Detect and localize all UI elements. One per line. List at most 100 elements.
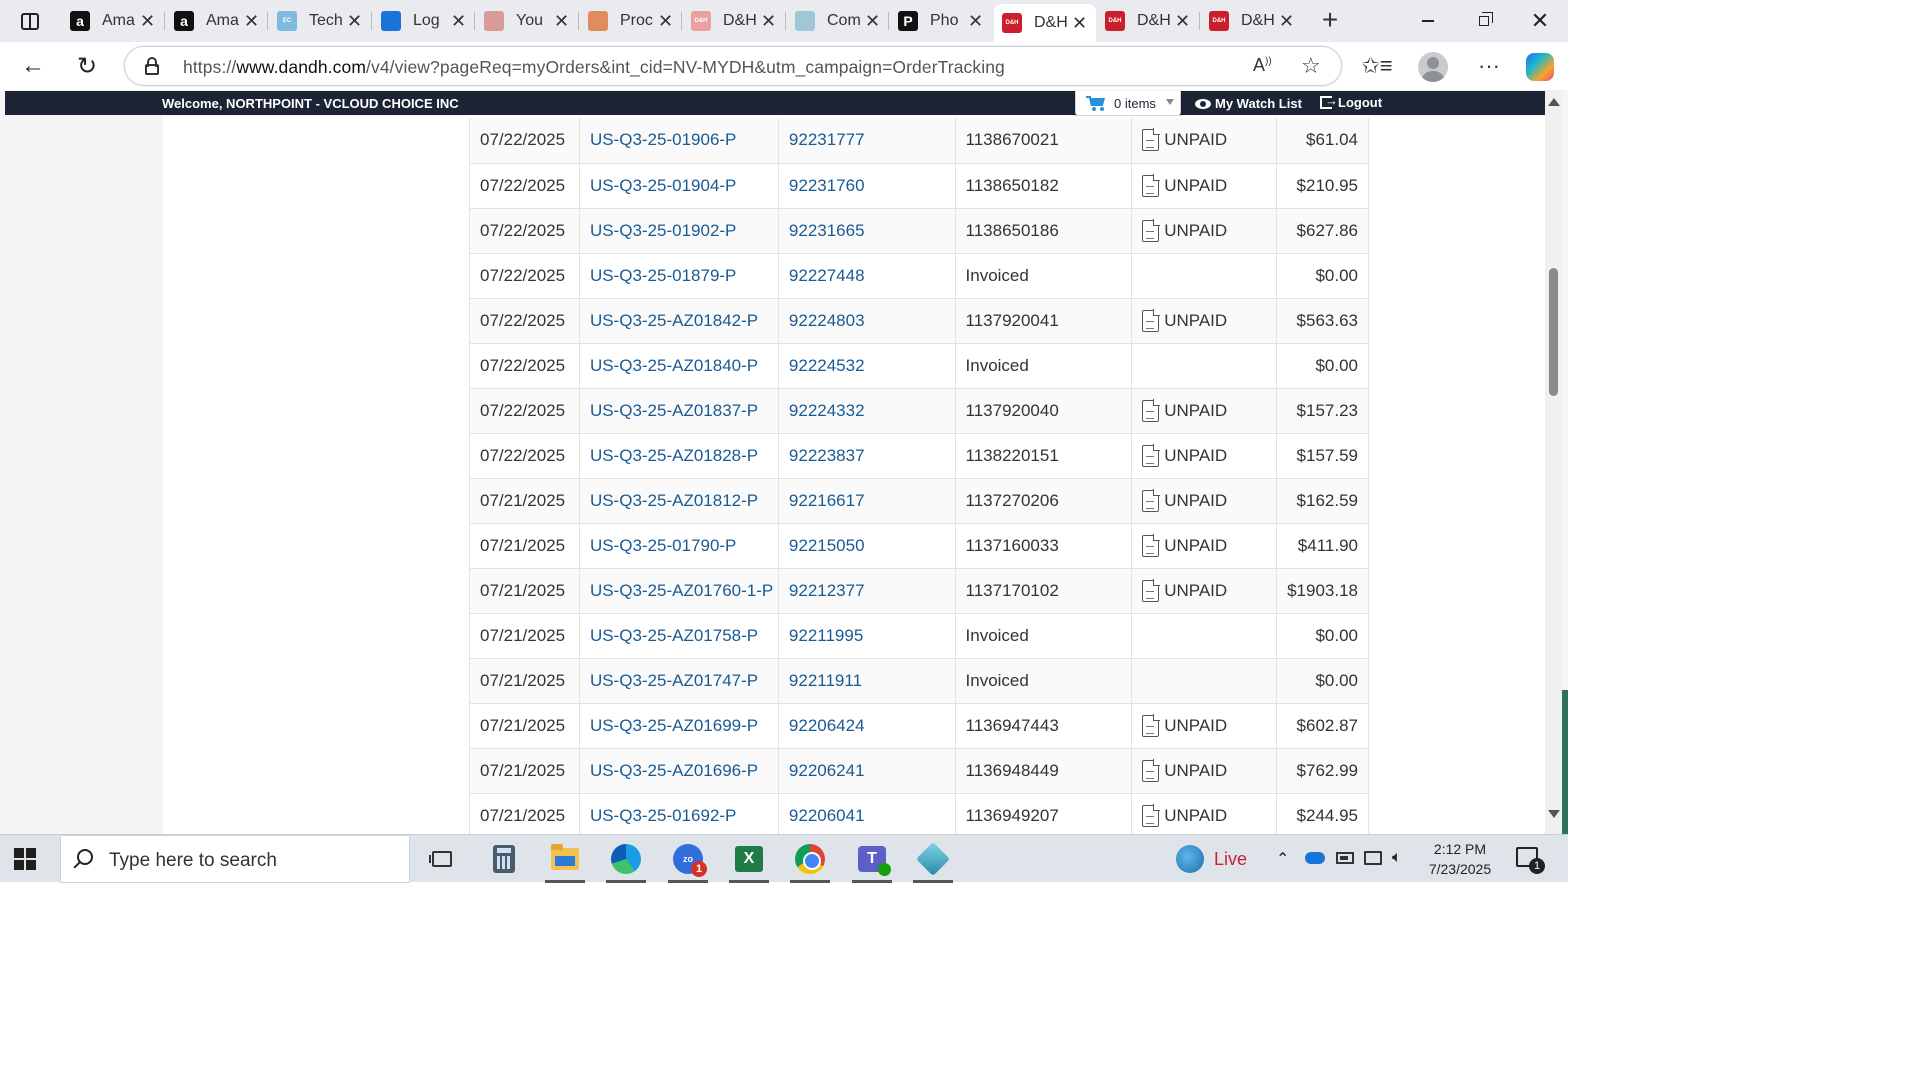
network-icon[interactable] [1364, 851, 1382, 865]
order-number-link[interactable]: 92223837 [778, 433, 956, 479]
payment-status-link[interactable]: UNPAID [1142, 128, 1276, 152]
browser-tab[interactable]: a Ama ✕ [62, 4, 164, 38]
url-text[interactable]: https://www.dandh.com/v4/view?pageReq=my… [183, 57, 1005, 78]
close-tab-icon[interactable]: ✕ [451, 11, 466, 32]
browser-tab[interactable]: Com ✕ [787, 4, 889, 38]
payment-status-link[interactable]: UNPAID [1142, 488, 1276, 512]
payment-status[interactable]: UNPAID [1131, 703, 1277, 749]
browser-tab[interactable]: P Pho ✕ [890, 4, 992, 38]
browser-tab[interactable]: D&H D&H ✕ [994, 4, 1096, 42]
order-number-link[interactable]: 92231665 [778, 208, 956, 254]
po-number-link[interactable]: US-Q3-25-01790-P [579, 523, 779, 569]
battery-icon[interactable] [1336, 852, 1354, 864]
order-number-link[interactable]: 92224803 [778, 298, 956, 344]
chrome-app[interactable] [786, 839, 834, 883]
calculator-app[interactable] [480, 839, 528, 879]
po-number-link[interactable]: US-Q3-25-AZ01812-P [579, 478, 779, 524]
browser-tab[interactable]: D&H D&H ✕ [683, 4, 785, 38]
browser-tab[interactable]: D&H D&H ✕ [1201, 4, 1303, 38]
show-hidden-icons-chevron-up-icon[interactable]: ⌃ [1276, 849, 1289, 869]
payment-status[interactable]: UNPAID [1131, 298, 1277, 344]
profile-avatar[interactable] [1418, 52, 1448, 82]
payment-status-link[interactable]: UNPAID [1142, 533, 1276, 557]
my-watch-list-link[interactable]: My Watch List [1195, 96, 1302, 111]
payment-status-link[interactable]: UNPAID [1142, 173, 1276, 197]
po-number-link[interactable]: US-Q3-25-AZ01837-P [579, 388, 779, 434]
po-number-link[interactable]: US-Q3-25-AZ01840-P [579, 343, 779, 389]
po-number-link[interactable]: US-Q3-25-AZ01747-P [579, 658, 779, 704]
page-scrollbar[interactable] [1545, 90, 1562, 834]
close-tab-icon[interactable]: ✕ [865, 11, 880, 32]
po-number-link[interactable]: US-Q3-25-AZ01842-P [579, 298, 779, 344]
notifications-icon[interactable]: 1 [1516, 847, 1545, 874]
order-number-link[interactable]: 92216617 [778, 478, 956, 524]
po-number-link[interactable]: US-Q3-25-01692-P [579, 793, 779, 839]
payment-status-link[interactable]: UNPAID [1142, 218, 1276, 242]
file-explorer-app[interactable] [541, 839, 589, 883]
add-favorite-star-icon[interactable]: ☆ [1301, 53, 1321, 79]
payment-status[interactable]: UNPAID [1131, 208, 1277, 254]
close-tab-icon[interactable]: ✕ [1175, 11, 1190, 32]
po-number-link[interactable]: US-Q3-25-AZ01696-P [579, 748, 779, 794]
close-tab-icon[interactable]: ✕ [244, 11, 259, 32]
po-number-link[interactable]: US-Q3-25-01879-P [579, 253, 779, 299]
payment-status-link[interactable]: UNPAID [1142, 308, 1276, 332]
restore-button[interactable] [1456, 0, 1512, 42]
address-bar[interactable]: https://www.dandh.com/v4/view?pageReq=my… [124, 46, 1342, 86]
teams-app[interactable]: T [848, 839, 896, 883]
logout-link[interactable]: Logout [1320, 93, 1382, 110]
onedrive-icon[interactable] [1305, 852, 1325, 864]
order-number-link[interactable]: 92224532 [778, 343, 956, 389]
minimize-button[interactable] [1400, 0, 1456, 42]
weather-widget[interactable]: Live [1176, 845, 1247, 873]
diamond-app[interactable] [909, 839, 957, 883]
scroll-down-arrow-icon[interactable] [1548, 810, 1560, 818]
browser-tab[interactable]: D&H D&H ✕ [1097, 4, 1199, 38]
favorites-icon[interactable]: ✩≡ [1360, 50, 1394, 82]
browser-tab[interactable]: EC Tech ✕ [269, 4, 371, 38]
cart-button[interactable]: 0 items [1075, 91, 1181, 116]
payment-status[interactable]: UNPAID [1131, 433, 1277, 479]
windows-start-icon[interactable] [14, 848, 36, 870]
order-number-link[interactable]: 92231777 [778, 118, 956, 164]
order-number-link[interactable]: 92215050 [778, 523, 956, 569]
po-number-link[interactable]: US-Q3-25-AZ01758-P [579, 613, 779, 659]
po-number-link[interactable]: US-Q3-25-01904-P [579, 163, 779, 209]
close-tab-icon[interactable]: ✕ [1279, 11, 1294, 32]
payment-status[interactable]: UNPAID [1131, 793, 1277, 839]
payment-status-link[interactable]: UNPAID [1142, 758, 1276, 782]
new-tab-button[interactable]: + [1316, 6, 1344, 36]
payment-status-link[interactable]: UNPAID [1142, 398, 1276, 422]
order-number-link[interactable]: 92211995 [778, 613, 956, 659]
task-view-button[interactable] [418, 839, 466, 879]
order-number-link[interactable]: 92206424 [778, 703, 956, 749]
payment-status[interactable]: UNPAID [1131, 568, 1277, 614]
system-clock[interactable]: 2:12 PM 7/23/2025 [1420, 839, 1500, 879]
browser-tab[interactable]: Proc ✕ [580, 4, 682, 38]
close-tab-icon[interactable]: ✕ [761, 11, 776, 32]
payment-status-link[interactable]: UNPAID [1142, 443, 1276, 467]
scroll-thumb[interactable] [1549, 268, 1558, 396]
payment-status-link[interactable]: UNPAID [1142, 713, 1276, 737]
payment-status[interactable]: UNPAID [1131, 388, 1277, 434]
browser-tab[interactable]: Log ✕ [373, 4, 475, 38]
close-tab-icon[interactable]: ✕ [347, 11, 362, 32]
order-number-link[interactable]: 92206041 [778, 793, 956, 839]
po-number-link[interactable]: US-Q3-25-AZ01760-1-P [579, 568, 779, 614]
browser-tab[interactable]: a Ama ✕ [166, 4, 268, 38]
close-window-button[interactable]: ✕ [1512, 0, 1568, 42]
more-options-icon[interactable]: ··· [1472, 50, 1506, 82]
po-number-link[interactable]: US-Q3-25-AZ01828-P [579, 433, 779, 479]
payment-status[interactable]: UNPAID [1131, 118, 1277, 164]
order-number-link[interactable]: 92206241 [778, 748, 956, 794]
order-number-link[interactable]: 92227448 [778, 253, 956, 299]
payment-status[interactable]: UNPAID [1131, 163, 1277, 209]
tab-actions-button[interactable] [8, 6, 52, 36]
back-button[interactable]: ← [16, 50, 50, 82]
close-tab-icon[interactable]: ✕ [554, 11, 569, 32]
zoho-app[interactable]: zo 1 [664, 839, 712, 883]
payment-status-link[interactable]: UNPAID [1142, 578, 1276, 602]
po-number-link[interactable]: US-Q3-25-01902-P [579, 208, 779, 254]
payment-status[interactable]: UNPAID [1131, 523, 1277, 569]
payment-status-link[interactable]: UNPAID [1142, 803, 1276, 827]
